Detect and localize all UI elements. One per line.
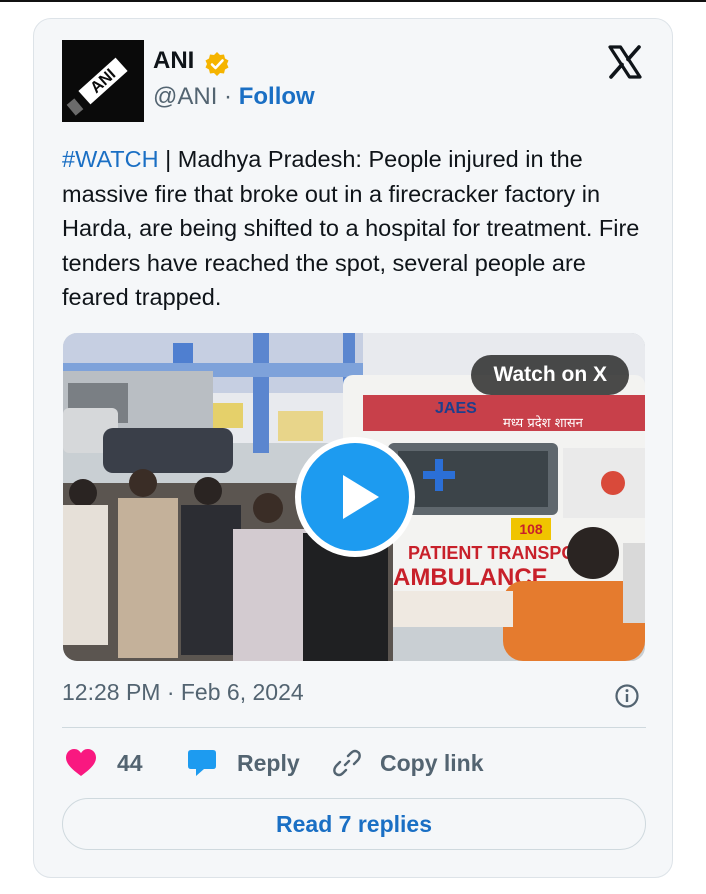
avatar[interactable]: ANI <box>62 40 144 122</box>
hashtag-link[interactable]: #WATCH <box>62 146 159 172</box>
handle-row: @ANI · Follow <box>153 83 315 111</box>
ambulance-hindi-text: मध्य प्रदेश शासन <box>503 415 584 431</box>
play-button[interactable] <box>295 437 415 557</box>
ambulance-number-text: 108 <box>519 521 543 537</box>
like-action[interactable]: 44 <box>64 743 143 783</box>
media-video[interactable]: JAES मध्य प्रदेश शासन 108 PATIENT TRANSP… <box>63 333 645 661</box>
copy-link-action[interactable]: Copy link <box>331 743 484 783</box>
copy-link-label: Copy link <box>380 749 484 776</box>
info-icon[interactable] <box>614 683 640 709</box>
follow-button[interactable]: Follow <box>239 83 315 110</box>
author-handle[interactable]: @ANI <box>153 83 217 110</box>
divider <box>62 727 646 728</box>
reply-label: Reply <box>237 749 300 776</box>
heart-icon <box>66 749 96 776</box>
x-logo-icon[interactable] <box>607 44 643 80</box>
reply-bubble-icon <box>188 750 216 776</box>
read-replies-button[interactable]: Read 7 replies <box>62 798 646 850</box>
handle-separator: · <box>224 83 233 110</box>
tweet-card: ANI ANI @ANI · Follow #WATCH | Madhya Pr… <box>33 18 673 878</box>
play-icon <box>343 475 379 519</box>
tweet-text: #WATCH | Madhya Pradesh: People injured … <box>62 142 652 315</box>
author-name[interactable]: ANI <box>153 47 194 75</box>
tweet-timestamp[interactable]: 12:28 PM · Feb 6, 2024 <box>62 679 304 706</box>
verified-badge-icon <box>205 52 229 76</box>
reply-action[interactable]: Reply <box>186 743 300 783</box>
like-count: 44 <box>117 749 143 776</box>
watch-on-x-button[interactable]: Watch on X <box>471 355 629 395</box>
ambulance-brand-text: JAES <box>435 400 477 417</box>
top-rule <box>0 0 706 2</box>
link-icon <box>333 749 361 777</box>
